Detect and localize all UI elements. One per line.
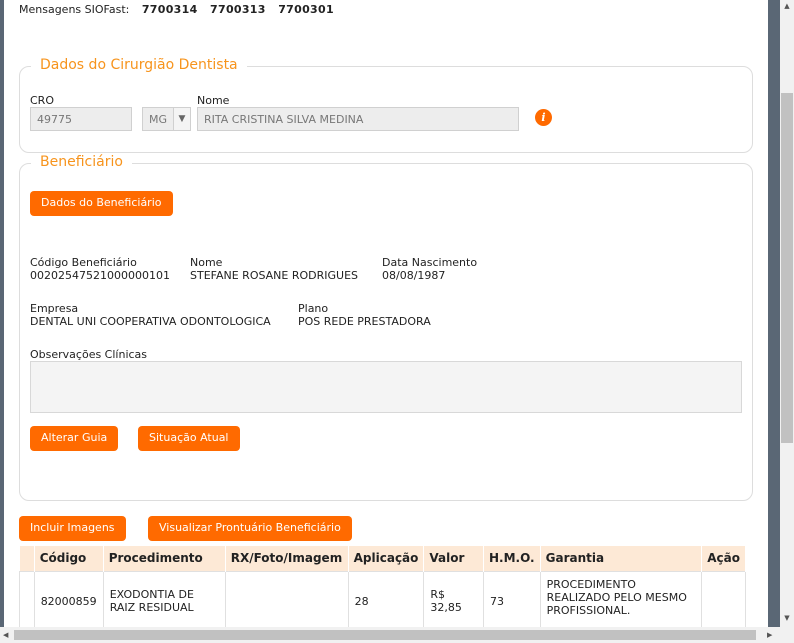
siofast-messages: Mensagens SIOFast: 7700314 7700313 77003… [19, 3, 334, 16]
col-procedure[interactable]: Procedimento [103, 546, 226, 571]
row-hmo: 73 [483, 570, 541, 632]
horizontal-scroll-thumb[interactable] [14, 630, 756, 640]
col-value[interactable]: Valor [423, 546, 485, 571]
table-header-row: Código Procedimento RX/Foto/Imagem Aplic… [19, 546, 746, 571]
page: Mensagens SIOFast: 7700314 7700313 77003… [0, 0, 794, 643]
dentist-legend: Dados do Cirurgião Dentista [31, 57, 247, 73]
row-procedure: EXODONTIA DE RAIZ RESIDUAL [102, 570, 226, 632]
beneficiary-code-value: 00202547521000000101 [30, 269, 170, 282]
table-row[interactable]: 82000859 EXODONTIA DE RAIZ RESIDUAL 28 R… [19, 570, 746, 632]
chevron-down-icon[interactable]: ▼ [173, 107, 191, 131]
scroll-down-arrow-icon[interactable]: ▼ [783, 614, 791, 622]
dentist-name-label: Nome [197, 94, 230, 107]
clinical-notes-field[interactable] [30, 361, 742, 413]
beneficiary-name-value: STEFANE ROSANE RODRIGUES [190, 269, 359, 282]
left-border [0, 0, 4, 643]
cro-label: CRO [30, 94, 54, 107]
messages-label: Mensagens SIOFast: [19, 3, 130, 16]
dentist-name-field[interactable]: RITA CRISTINA SILVA MEDINA [197, 107, 519, 131]
view-record-button[interactable]: Visualizar Prontuário Beneficiário [148, 516, 352, 541]
scroll-up-arrow-icon[interactable]: ▲ [783, 2, 791, 10]
scroll-left-arrow-icon[interactable]: ◀ [3, 631, 8, 639]
col-application[interactable]: Aplicação [348, 546, 425, 571]
include-images-button[interactable]: Incluir Imagens [19, 516, 126, 541]
beneficiary-code-label: Código Beneficiário [30, 256, 137, 269]
beneficiary-name-label: Nome [190, 256, 223, 269]
plan-value: POS REDE PRESTADORA [298, 315, 431, 328]
col-guarantee[interactable]: Garantia [540, 546, 703, 571]
horizontal-scrollbar[interactable]: ◀ ▶ [0, 627, 794, 643]
row-application: 28 [347, 570, 425, 632]
birth-date-value: 08/08/1987 [382, 269, 446, 282]
col-rx[interactable]: RX/Foto/Imagem [225, 546, 349, 571]
row-guarantee: PROCEDIMENTO REALIZADO PELO MESMO PROFIS… [539, 570, 703, 632]
message-code[interactable]: 7700301 [278, 3, 334, 16]
plan-label: Plano [298, 302, 329, 315]
alter-guide-button[interactable]: Alterar Guia [30, 426, 119, 451]
row-rx [224, 570, 349, 632]
row-select-cell[interactable] [19, 570, 35, 632]
col-code[interactable]: Código [34, 546, 104, 571]
message-code[interactable]: 7700313 [210, 3, 266, 16]
row-value: R$ 32,85 [423, 570, 485, 632]
beneficiary-legend: Beneficiário [31, 154, 132, 170]
scroll-right-arrow-icon[interactable]: ▶ [767, 631, 772, 639]
row-action[interactable] [701, 570, 746, 632]
vertical-scroll-thumb[interactable] [781, 93, 793, 443]
right-border [768, 0, 780, 643]
birth-date-label: Data Nascimento [382, 256, 478, 269]
procedures-table: Código Procedimento RX/Foto/Imagem Aplic… [19, 546, 746, 632]
row-code: 82000859 [33, 570, 104, 632]
message-code[interactable]: 7700314 [142, 3, 198, 16]
cro-field[interactable]: 49775 [30, 107, 132, 131]
col-hmo[interactable]: H.M.O. [483, 546, 541, 571]
info-icon[interactable]: i [535, 109, 552, 126]
col-action[interactable]: Ação [701, 546, 746, 571]
uf-select[interactable]: MG [142, 107, 174, 131]
beneficiary-details-button[interactable]: Dados do Beneficiário [30, 191, 173, 216]
current-status-button[interactable]: Situação Atual [138, 426, 240, 451]
col-select [19, 546, 35, 571]
vertical-scrollbar[interactable]: ▲ ▼ [780, 0, 794, 627]
clinical-notes-label: Observações Clínicas [30, 348, 148, 361]
company-value: DENTAL UNI COOPERATIVA ODONTOLOGICA [30, 315, 271, 328]
company-label: Empresa [30, 302, 79, 315]
